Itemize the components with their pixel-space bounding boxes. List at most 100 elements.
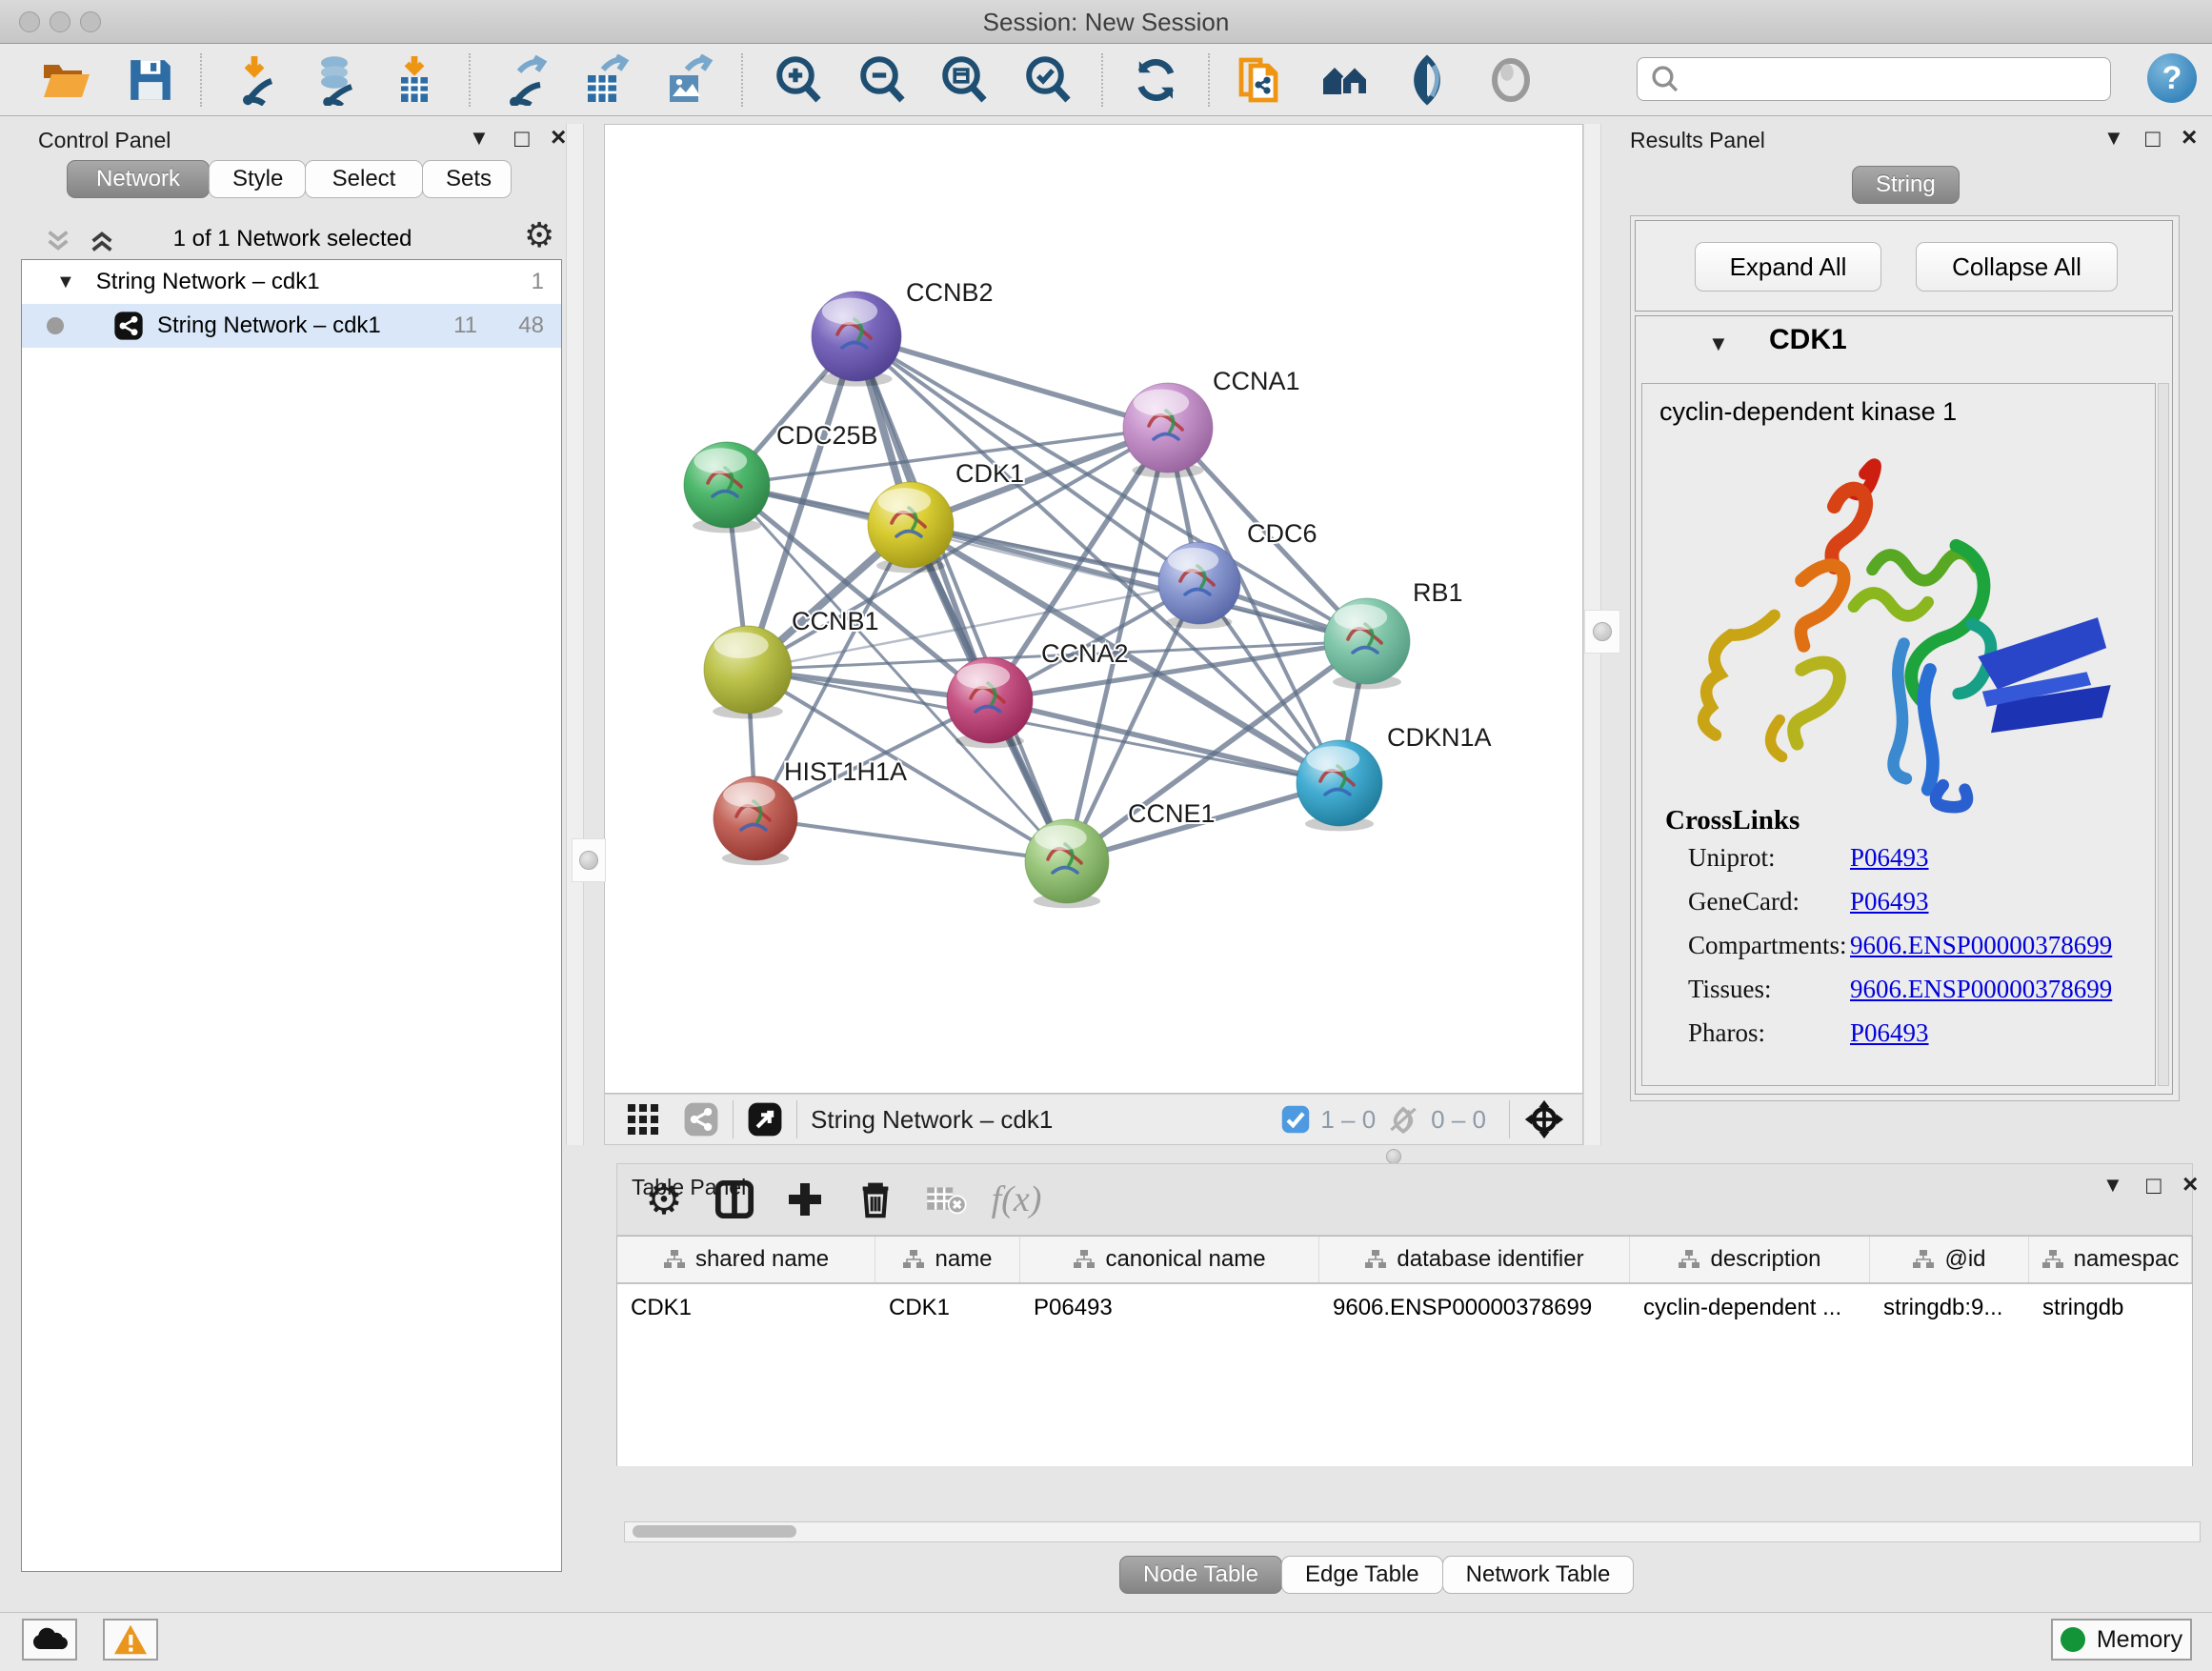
tree-expander-icon[interactable]: ▼	[56, 272, 75, 293]
warnings-button[interactable]	[103, 1619, 158, 1661]
table-cell[interactable]: cyclin-dependent ...	[1630, 1284, 1870, 1332]
bottom-splitter-handle[interactable]	[1386, 1149, 1401, 1164]
network-row[interactable]: String Network – cdk1 11 48	[22, 304, 561, 348]
network-collection-row[interactable]: ▼ String Network – cdk1 1	[22, 260, 561, 304]
expand-all-button[interactable]: Expand All	[1695, 242, 1881, 292]
column-header-namespac[interactable]: namespac	[2029, 1237, 2192, 1282]
left-splitter-handle[interactable]	[572, 838, 606, 882]
expand-all-icon[interactable]	[88, 227, 116, 255]
help-button[interactable]: ?	[2147, 53, 2197, 103]
table-panel-close-icon[interactable]: ×	[2182, 1169, 2198, 1199]
node-RB1[interactable]: RB1	[1324, 578, 1463, 689]
search-input[interactable]	[1689, 66, 2099, 92]
network-canvas[interactable]: CCNB2CCNA1CDC25BCDK1CDC6RB1CCNB1CCNA2CDK…	[604, 124, 1583, 1094]
zoom-in-button[interactable]	[768, 51, 829, 109]
cloud-status-button[interactable]	[22, 1619, 77, 1661]
crosslink-link[interactable]: 9606.ENSP00000378699	[1850, 975, 2112, 1004]
save-session-button[interactable]	[120, 51, 181, 109]
zoom-fit-button[interactable]	[934, 51, 995, 109]
table-cell[interactable]: stringdb	[2029, 1284, 2192, 1332]
birdseye-view-icon[interactable]	[747, 1101, 783, 1137]
export-table-button[interactable]	[575, 51, 636, 109]
tab-select[interactable]: Select	[305, 160, 423, 198]
collapse-all-icon[interactable]	[44, 227, 72, 255]
copy-network-button[interactable]	[1231, 51, 1292, 109]
tab-node-table[interactable]: Node Table	[1119, 1556, 1282, 1594]
export-image-button[interactable]	[657, 51, 718, 109]
collapse-all-button[interactable]: Collapse All	[1916, 242, 2118, 292]
selected-node-edge-count: 1 – 0	[1320, 1105, 1376, 1135]
column-header-name[interactable]: name	[875, 1237, 1020, 1282]
tab-style[interactable]: Style	[209, 160, 306, 198]
table-cell[interactable]: 9606.ENSP00000378699	[1319, 1284, 1630, 1332]
node-CDKN1A[interactable]: CDKN1A	[1297, 723, 1492, 831]
crosslink-link[interactable]: P06493	[1850, 1018, 1929, 1048]
crosslink-link[interactable]: P06493	[1850, 887, 1929, 916]
results-panel-close-icon[interactable]: ×	[2182, 122, 2197, 152]
protein-card-expander-icon[interactable]: ▼	[1708, 332, 1729, 356]
status-bar: Memory	[0, 1612, 2212, 1671]
control-panel-close-icon[interactable]: ×	[551, 122, 566, 152]
export-network-button[interactable]	[495, 51, 556, 109]
zoom-selected-button[interactable]	[1017, 51, 1078, 109]
results-panel-float-icon[interactable]: □	[2145, 124, 2161, 153]
table-panel-collapse-icon[interactable]: ▼	[2102, 1173, 2123, 1198]
refresh-layout-button[interactable]	[1126, 51, 1187, 109]
home-networks-button[interactable]	[1315, 51, 1376, 109]
crosslink-link[interactable]: 9606.ENSP00000378699	[1850, 931, 2112, 960]
left-splitter[interactable]	[566, 124, 584, 1145]
open-session-button[interactable]	[36, 51, 97, 109]
column-header--id[interactable]: @id	[1870, 1237, 2029, 1282]
pan-crosshair-icon[interactable]	[1523, 1098, 1565, 1140]
crosslink-link[interactable]: P06493	[1850, 843, 1929, 873]
node-HIST1H1A[interactable]: HIST1H1A	[714, 757, 907, 865]
table-horizontal-scrollbar[interactable]	[624, 1521, 2201, 1542]
add-column-button[interactable]	[770, 1180, 840, 1218]
results-panel-collapse-icon[interactable]: ▼	[2103, 126, 2124, 151]
column-header-canonical-name[interactable]: canonical name	[1020, 1237, 1319, 1282]
tab-string[interactable]: String	[1852, 166, 1960, 204]
memory-button[interactable]: Memory	[2051, 1619, 2192, 1661]
results-scrollbar[interactable]	[2158, 383, 2169, 1086]
delete-column-button[interactable]	[840, 1179, 911, 1219]
show-eye-button[interactable]	[1480, 51, 1541, 109]
column-header-description[interactable]: description	[1630, 1237, 1870, 1282]
column-header-database-identifier[interactable]: database identifier	[1319, 1237, 1630, 1282]
import-table-from-file-button[interactable]	[385, 51, 446, 109]
node-CCNA1[interactable]: CCNA1	[1123, 367, 1300, 478]
table-cell[interactable]: stringdb:9...	[1870, 1284, 2029, 1332]
selected-checkbox-icon[interactable]	[1280, 1104, 1311, 1135]
tab-network-table[interactable]: Network Table	[1442, 1556, 1635, 1594]
tab-network[interactable]: Network	[67, 160, 210, 198]
cloud-icon	[30, 1626, 69, 1653]
hide-glasses-button[interactable]	[1397, 51, 1458, 109]
node-table: shared namenamecanonical namedatabase id…	[616, 1236, 2193, 1466]
network-selection-status: 1 of 1 Network selected	[135, 226, 450, 252]
control-panel-float-icon[interactable]: □	[514, 124, 530, 153]
table-cell[interactable]: P06493	[1020, 1284, 1319, 1332]
delete-table-button[interactable]	[911, 1182, 981, 1217]
edge-HIST1H1A-CCNE1[interactable]	[755, 818, 1067, 861]
node-CDC6[interactable]: CDC6	[1158, 519, 1317, 629]
import-network-from-database-button[interactable]	[305, 51, 366, 109]
function-builder-button[interactable]: f(x)	[981, 1178, 1052, 1220]
table-cell[interactable]: CDK1	[875, 1284, 1020, 1332]
share-view-icon[interactable]	[683, 1101, 719, 1137]
tab-sets[interactable]: Sets	[422, 160, 512, 198]
search-field[interactable]	[1637, 57, 2111, 101]
column-header-shared-name[interactable]: shared name	[617, 1237, 875, 1282]
grid-view-icon[interactable]	[626, 1102, 660, 1137]
table-panel-float-icon[interactable]: □	[2146, 1171, 2162, 1200]
node-CCNE1[interactable]: CCNE1	[1025, 799, 1216, 908]
edge-CCNA2-CDKN1A[interactable]	[990, 700, 1339, 783]
zoom-out-button[interactable]	[852, 51, 913, 109]
tab-edge-table[interactable]: Edge Table	[1281, 1556, 1443, 1594]
scrollbar-thumb[interactable]	[633, 1525, 796, 1538]
right-splitter-handle[interactable]	[1584, 610, 1620, 654]
table-row[interactable]: CDK1CDK1P064939606.ENSP00000378699cyclin…	[617, 1284, 2192, 1332]
control-panel-collapse-icon[interactable]: ▼	[469, 126, 490, 151]
gear-icon[interactable]: ⚙	[524, 215, 554, 255]
table-cell[interactable]: CDK1	[617, 1284, 875, 1332]
import-network-from-file-button[interactable]	[227, 51, 288, 109]
node-CCNB1[interactable]: CCNB1	[704, 607, 879, 719]
